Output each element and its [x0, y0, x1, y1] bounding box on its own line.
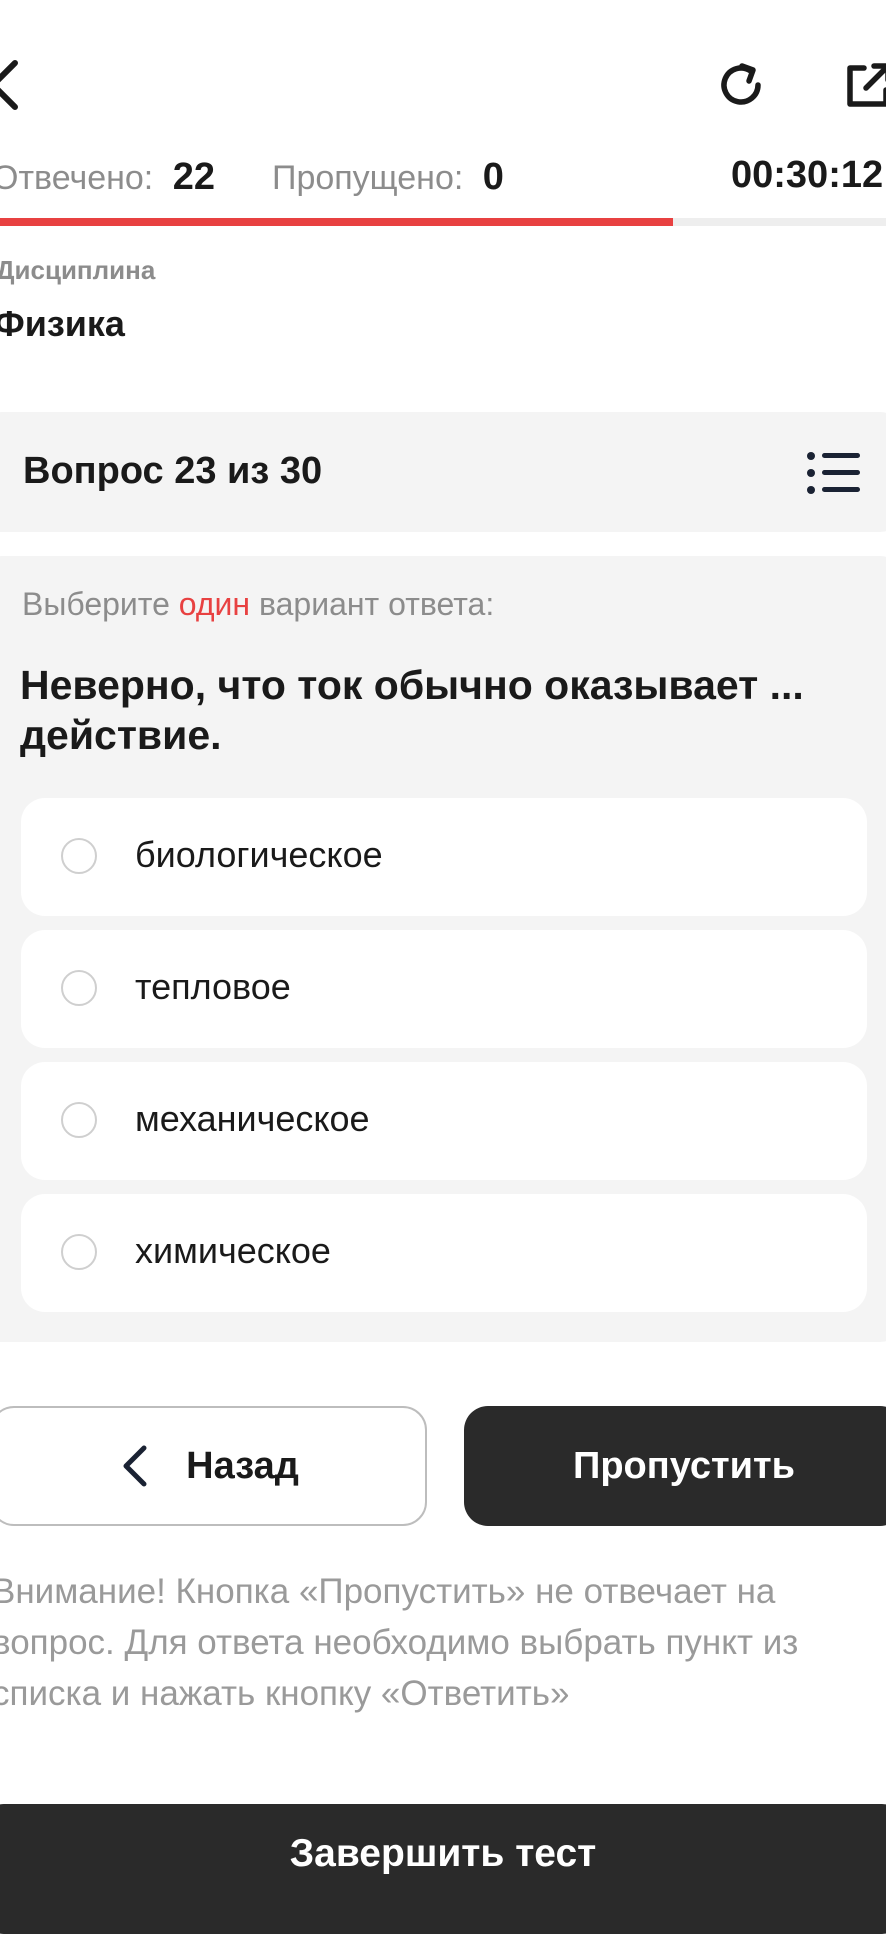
question-text: Неверно, что ток обычно оказывает ... де… [20, 662, 804, 758]
answer-option[interactable]: химическое [21, 1194, 867, 1312]
answered-label: Отвечено: [0, 159, 154, 197]
back-icon[interactable] [0, 50, 30, 120]
skip-button[interactable]: Пропустить [464, 1406, 886, 1526]
external-link-icon[interactable] [840, 56, 886, 114]
question-header: Вопрос 23 из 30 [0, 412, 886, 532]
progress-fill [0, 218, 674, 226]
progress-bar [0, 218, 886, 226]
question-number: Вопрос 23 из 30 [23, 450, 323, 492]
discipline-label: Дисциплина [0, 255, 156, 285]
finish-test-button[interactable]: Завершить тест [0, 1804, 886, 1934]
answered-count: 22 [172, 156, 215, 198]
finish-button-label: Завершить тест [289, 1832, 597, 1875]
skipped-label: Пропущено: [272, 159, 464, 197]
answered-stat: Отвечено: 22 [0, 156, 215, 199]
refresh-icon[interactable] [712, 56, 770, 114]
question-card: Выберите один вариант ответа: Неверно, ч… [0, 556, 886, 1342]
option-label: химическое [135, 1230, 331, 1271]
option-label: механическое [135, 1098, 370, 1139]
instruction-before: Выберите [22, 586, 179, 622]
answer-option[interactable]: тепловое [21, 930, 867, 1048]
back-button[interactable]: Назад [0, 1406, 427, 1526]
instruction-accent: один [178, 586, 251, 622]
instruction-text: Выберите один вариант ответа: [22, 586, 494, 623]
radio-button[interactable] [61, 838, 97, 874]
timer: 00:30:12 [731, 154, 884, 196]
list-icon[interactable] [806, 450, 862, 496]
back-button-label: Назад [186, 1444, 299, 1487]
radio-button[interactable] [61, 1102, 97, 1138]
skipped-stat: Пропущено: 0 [272, 156, 504, 199]
chevron-left-icon [123, 1445, 147, 1487]
skipped-count: 0 [482, 156, 504, 198]
top-bar [0, 0, 886, 160]
option-label: тепловое [135, 966, 291, 1007]
answer-option[interactable]: механическое [21, 1062, 867, 1180]
warning-note: Внимание! Кнопка «Пропустить» не отвечае… [0, 1572, 799, 1713]
skip-button-label: Пропустить [573, 1444, 795, 1487]
radio-button[interactable] [61, 1234, 97, 1270]
discipline-value: Физика [0, 303, 125, 344]
answer-option[interactable]: биологическое [21, 798, 867, 916]
option-label: биологическое [135, 834, 383, 875]
stats-row: Отвечено: 22 Пропущено: 0 00:30:12 [0, 150, 886, 210]
instruction-after: вариант ответа: [250, 586, 495, 622]
radio-button[interactable] [61, 970, 97, 1006]
